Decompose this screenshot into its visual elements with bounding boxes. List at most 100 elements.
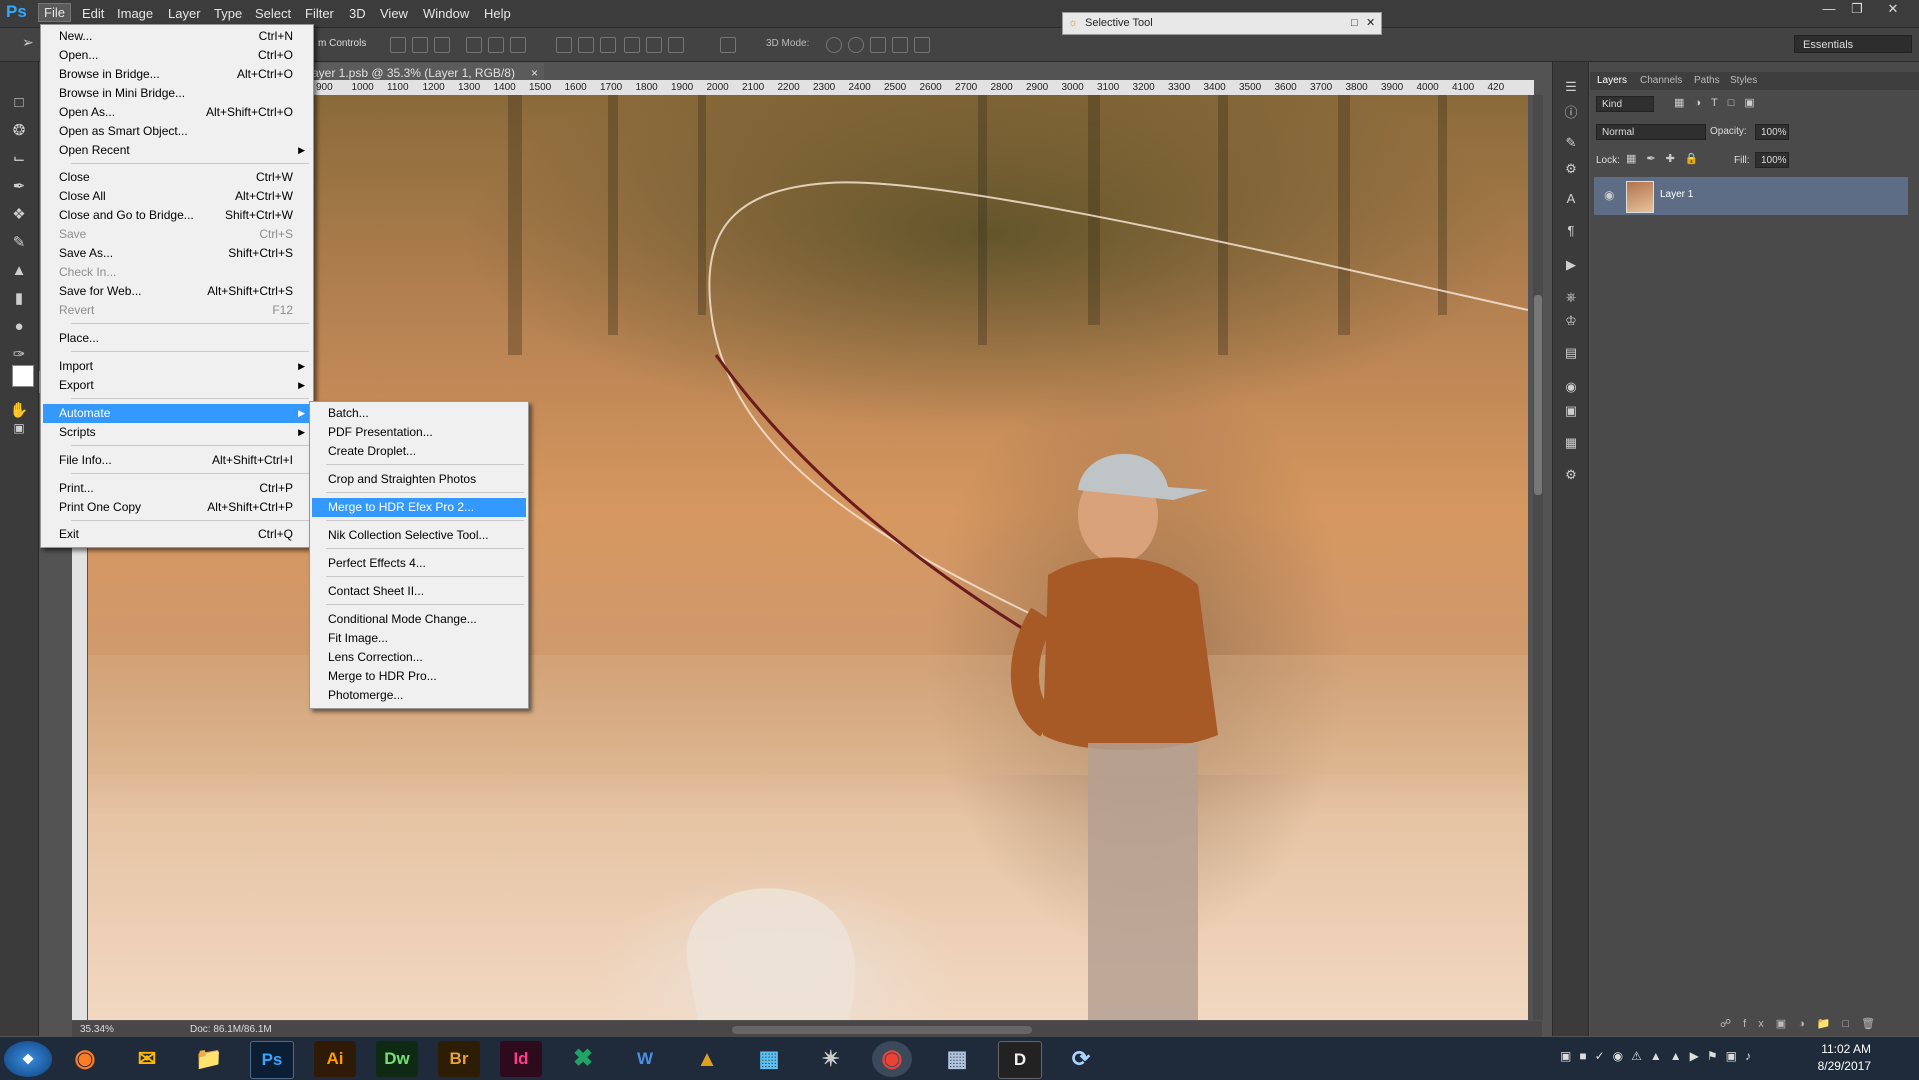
indesign-icon[interactable]: Id xyxy=(500,1041,542,1077)
menu-item-close-all[interactable]: Close All Alt+Ctrl+W xyxy=(43,187,311,206)
eraser-icon[interactable]: ▮ xyxy=(8,288,30,310)
menu-window[interactable]: Window xyxy=(418,5,474,22)
bridge-icon[interactable]: Br xyxy=(438,1041,480,1077)
lock-icons[interactable]: ▦✒✚🔒 xyxy=(1626,152,1709,165)
illustrator-icon[interactable]: Ai xyxy=(314,1041,356,1077)
pen-icon[interactable]: ✑ xyxy=(8,344,30,366)
menu-item-open[interactable]: Open... Ctrl+O xyxy=(43,46,311,65)
menu-item-batch[interactable]: Batch... xyxy=(312,404,526,423)
menu-edit[interactable]: Edit xyxy=(77,5,109,22)
menu-item-browse-bridge[interactable]: Browse in Bridge... Alt+Ctrl+O xyxy=(43,65,311,84)
menu-item-photomerge[interactable]: Photomerge... xyxy=(312,686,526,705)
distribute-right-icon[interactable] xyxy=(668,37,684,53)
kuler-icon[interactable]: ◉ xyxy=(1562,378,1580,396)
transform-controls-label[interactable]: m Controls xyxy=(318,38,366,49)
windmill-icon[interactable]: ✴ xyxy=(810,1041,852,1077)
outlook-icon[interactable]: ✉ xyxy=(126,1041,168,1077)
ibooks-author-icon[interactable]: ▦ xyxy=(748,1041,790,1077)
align-bottom-icon[interactable] xyxy=(434,37,450,53)
menu-3d[interactable]: 3D xyxy=(344,5,371,22)
calculator-icon[interactable]: ▦ xyxy=(936,1041,978,1077)
excel-icon[interactable]: ✖ xyxy=(562,1041,604,1077)
3d-roll-icon[interactable] xyxy=(848,37,864,53)
horizontal-scrollbar[interactable] xyxy=(732,1026,1032,1034)
chrome-icon[interactable]: ◉ xyxy=(872,1041,912,1077)
menu-item-new[interactable]: New... Ctrl+N xyxy=(43,27,311,46)
menu-item-contact-sheet[interactable]: Contact Sheet II... xyxy=(312,582,526,601)
menu-filter[interactable]: Filter xyxy=(300,5,339,22)
selective-tool-window[interactable]: ☼ Selective Tool □ ✕ xyxy=(1062,12,1382,35)
healing-brush-icon[interactable]: ❖ xyxy=(8,204,30,226)
visibility-eye-icon[interactable]: ◉ xyxy=(1604,188,1614,202)
align-vcenter-icon[interactable] xyxy=(412,37,428,53)
menu-item-close-go-bridge[interactable]: Close and Go to Bridge... Shift+Ctrl+W xyxy=(43,206,311,225)
fileserver-icon[interactable]: ▲ xyxy=(686,1041,728,1077)
close-icon[interactable]: ✕ xyxy=(1876,0,1910,18)
align-top-icon[interactable] xyxy=(390,37,406,53)
history-icon[interactable]: ☰ xyxy=(1562,78,1580,96)
filter-icons[interactable]: ▦◑T□▣ xyxy=(1674,96,1765,109)
layer-name[interactable]: Layer 1 xyxy=(1660,189,1693,200)
menu-item-merge-hdr-pro[interactable]: Merge to HDR Pro... xyxy=(312,667,526,686)
distribute-left-icon[interactable] xyxy=(624,37,640,53)
3d-slide-icon[interactable] xyxy=(892,37,908,53)
menu-item-scripts[interactable]: Scripts ▶ xyxy=(43,423,311,442)
adjustments-icon[interactable]: ⚙ xyxy=(1562,160,1580,178)
menu-item-create-droplet[interactable]: Create Droplet... xyxy=(312,442,526,461)
menu-item-pdf-presentation[interactable]: PDF Presentation... xyxy=(312,423,526,442)
quick-mask-icon[interactable]: ▣ xyxy=(8,417,30,439)
menu-item-save-as[interactable]: Save As... Shift+Ctrl+S xyxy=(43,244,311,263)
align-right-icon[interactable] xyxy=(510,37,526,53)
distribute-top-icon[interactable] xyxy=(556,37,572,53)
character-icon[interactable]: A xyxy=(1562,190,1580,208)
restore-icon[interactable]: □ xyxy=(1351,13,1358,34)
distribute-hcenter-icon[interactable] xyxy=(646,37,662,53)
lasso-icon[interactable]: ❂ xyxy=(8,120,30,142)
paragraph-icon[interactable]: ¶ xyxy=(1562,222,1580,240)
notes-icon[interactable]: ▤ xyxy=(1562,344,1580,362)
system-tray-icons[interactable]: ▣■✓◉⚠▲▲▶⚑▣♪ xyxy=(1560,1049,1759,1063)
crop-icon[interactable]: ⌙ xyxy=(8,148,30,170)
swatches-icon[interactable]: ▦ xyxy=(1562,434,1580,452)
start-button-icon[interactable]: ❖ xyxy=(4,1041,52,1077)
file-explorer-icon[interactable]: 📁 xyxy=(188,1041,230,1077)
menu-item-nik-selective-tool[interactable]: Nik Collection Selective Tool... xyxy=(312,526,526,545)
menu-item-perfect-effects[interactable]: Perfect Effects 4... xyxy=(312,554,526,573)
menu-item-open-recent[interactable]: Open Recent ▶ xyxy=(43,141,311,160)
clock-date[interactable]: 8/29/2017 xyxy=(1818,1059,1871,1073)
clone-stamp-icon[interactable]: ▲ xyxy=(8,260,30,282)
menu-layer[interactable]: Layer xyxy=(163,5,206,22)
network-app-icon[interactable]: ⟳ xyxy=(1060,1041,1102,1077)
menu-item-file-info[interactable]: File Info... Alt+Shift+Ctrl+I xyxy=(43,451,311,470)
menu-item-lens-correction[interactable]: Lens Correction... xyxy=(312,648,526,667)
menu-item-import[interactable]: Import ▶ xyxy=(43,357,311,376)
info-icon[interactable]: ⓘ xyxy=(1562,104,1580,122)
layer-row[interactable]: ◉ Layer 1 xyxy=(1594,177,1908,215)
menu-item-export[interactable]: Export ▶ xyxy=(43,376,311,395)
align-left-icon[interactable] xyxy=(466,37,482,53)
3d-icon[interactable]: ▣ xyxy=(1562,402,1580,420)
tab-paths[interactable]: Paths xyxy=(1694,75,1720,86)
brush-panel-icon[interactable]: ✎ xyxy=(1562,134,1580,152)
tab-layers[interactable]: Layers xyxy=(1597,75,1627,86)
menu-select[interactable]: Select xyxy=(250,5,296,22)
menu-item-open-smart-object[interactable]: Open as Smart Object... xyxy=(43,122,311,141)
photoshop-taskbar-icon[interactable]: Ps xyxy=(250,1041,294,1079)
dedicated-app-icon[interactable]: D xyxy=(998,1041,1042,1079)
vertical-scrollbar[interactable] xyxy=(1533,95,1543,1020)
3d-rotate-icon[interactable] xyxy=(826,37,842,53)
timeline-icon[interactable]: ⚙ xyxy=(1562,466,1580,484)
menu-file[interactable]: File xyxy=(38,3,71,22)
menu-type[interactable]: Type xyxy=(209,5,247,22)
dreamweaver-icon[interactable]: Dw xyxy=(376,1041,418,1077)
menu-view[interactable]: View xyxy=(375,5,413,22)
auto-align-icon[interactable] xyxy=(720,37,736,53)
actions-icon[interactable]: ▶ xyxy=(1562,256,1580,274)
clock-time[interactable]: 11:02 AM xyxy=(1821,1042,1871,1056)
menu-item-merge-hdr-efex[interactable]: Merge to HDR Efex Pro 2... xyxy=(312,498,526,517)
3d-scale-icon[interactable] xyxy=(914,37,930,53)
menu-item-print[interactable]: Print... Ctrl+P xyxy=(43,479,311,498)
3d-drag-icon[interactable] xyxy=(870,37,886,53)
menu-image[interactable]: Image xyxy=(112,5,158,22)
restore-icon[interactable]: ❐ xyxy=(1840,0,1874,18)
